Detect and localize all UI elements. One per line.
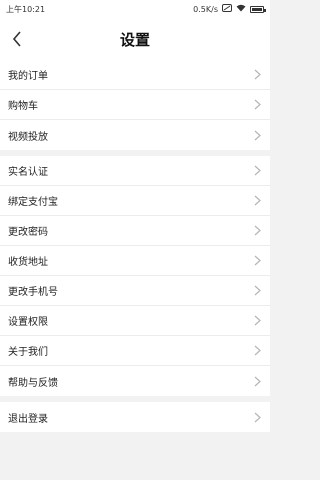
row-change-phone[interactable]: 更改手机号	[0, 276, 270, 306]
status-indicators: 0.5K/s	[193, 4, 266, 14]
row-about-us[interactable]: 关于我们	[0, 336, 270, 366]
row-label: 我的订单	[8, 71, 48, 82]
row-label: 购物车	[8, 101, 38, 112]
chevron-right-icon	[254, 165, 262, 177]
chevron-right-icon	[254, 411, 262, 423]
row-logout[interactable]: 退出登录	[0, 402, 270, 432]
row-shopping-cart[interactable]: 购物车	[0, 90, 270, 120]
row-my-orders[interactable]: 我的订单	[0, 60, 270, 90]
chevron-left-icon	[12, 31, 21, 47]
row-video-placement[interactable]: 视频投放	[0, 120, 270, 150]
row-real-name-verification[interactable]: 实名认证	[0, 156, 270, 186]
net-speed: 0.5K/s	[193, 4, 218, 14]
row-bind-alipay[interactable]: 绑定支付宝	[0, 186, 270, 216]
row-label: 关于我们	[8, 347, 48, 358]
status-bar: 上午10:21 0.5K/s	[0, 0, 270, 18]
chevron-right-icon	[254, 255, 262, 267]
row-label: 退出登录	[8, 413, 48, 425]
row-label: 更改手机号	[8, 287, 58, 298]
chevron-right-icon	[254, 69, 262, 81]
chevron-right-icon	[254, 345, 262, 357]
chevron-right-icon	[254, 129, 262, 141]
wifi-icon	[236, 4, 246, 14]
row-help-feedback[interactable]: 帮助与反馈	[0, 366, 270, 396]
row-label: 设置权限	[8, 317, 48, 328]
row-permission-settings[interactable]: 设置权限	[0, 306, 270, 336]
chevron-right-icon	[254, 315, 262, 327]
chevron-right-icon	[254, 375, 262, 387]
chevron-right-icon	[254, 285, 262, 297]
page-title: 设置	[119, 30, 150, 49]
navigation-bar: 设置	[0, 18, 270, 60]
row-label: 帮助与反馈	[8, 377, 58, 389]
chevron-right-icon	[254, 99, 262, 111]
row-label: 视频投放	[8, 131, 48, 143]
row-label: 实名认证	[8, 167, 48, 178]
settings-group-orders: 我的订单 购物车 视频投放	[0, 60, 270, 150]
chevron-right-icon	[254, 225, 262, 237]
chevron-right-icon	[254, 195, 262, 207]
battery-icon	[250, 5, 266, 13]
back-button[interactable]	[4, 26, 30, 52]
status-time: 上午10:21	[6, 4, 46, 14]
row-label: 收货地址	[8, 257, 48, 268]
settings-group-logout: 退出登录	[0, 402, 270, 432]
row-change-password[interactable]: 更改密码	[0, 216, 270, 246]
alarm-off-icon	[222, 4, 232, 14]
row-shipping-address[interactable]: 收货地址	[0, 246, 270, 276]
row-label: 绑定支付宝	[8, 197, 58, 208]
settings-group-account: 实名认证 绑定支付宝 更改密码 收货地址 更改手机号 设置权限 关于我们 帮助与…	[0, 156, 270, 396]
row-label: 更改密码	[8, 227, 48, 238]
